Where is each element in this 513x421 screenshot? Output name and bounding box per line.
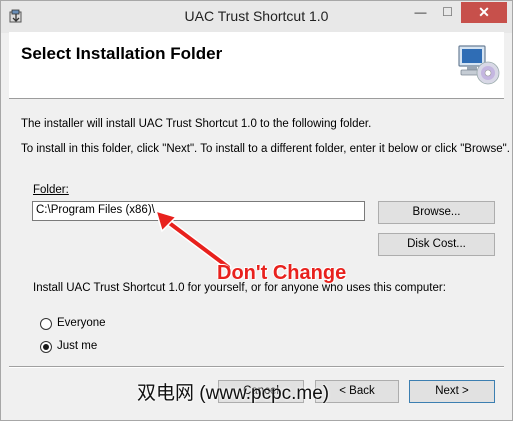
installer-window: UAC Trust Shortcut 1.0 — ☐ ✕ Select Inst… [0, 0, 513, 421]
radio-everyone[interactable] [40, 318, 52, 330]
title-bar[interactable]: UAC Trust Shortcut 1.0 — ☐ ✕ [1, 1, 512, 33]
radio-just-me-label[interactable]: Just me [57, 340, 97, 352]
annotation-text: Don't Change [217, 262, 347, 284]
folder-label: Folder: [33, 184, 69, 196]
maximize-button[interactable]: ☐ [434, 2, 461, 23]
computer-cd-icon [458, 45, 500, 85]
browse-button[interactable]: Browse... [378, 201, 495, 224]
disk-cost-button[interactable]: Disk Cost... [378, 233, 495, 256]
instructions-text: To install in this folder, click "Next".… [21, 143, 510, 155]
intro-text: The installer will install UAC Trust Sho… [21, 118, 372, 130]
close-button[interactable]: ✕ [461, 2, 507, 23]
radio-everyone-label[interactable]: Everyone [57, 317, 106, 329]
footer-divider [9, 366, 504, 368]
header-banner: Select Installation Folder [9, 32, 504, 99]
radio-just-me[interactable] [40, 341, 52, 353]
next-button[interactable]: Next > [409, 380, 495, 403]
page-title: Select Installation Folder [21, 44, 223, 63]
minimize-button[interactable]: — [407, 2, 434, 23]
watermark: 双电网 (www.pcpc.me) [137, 383, 330, 404]
